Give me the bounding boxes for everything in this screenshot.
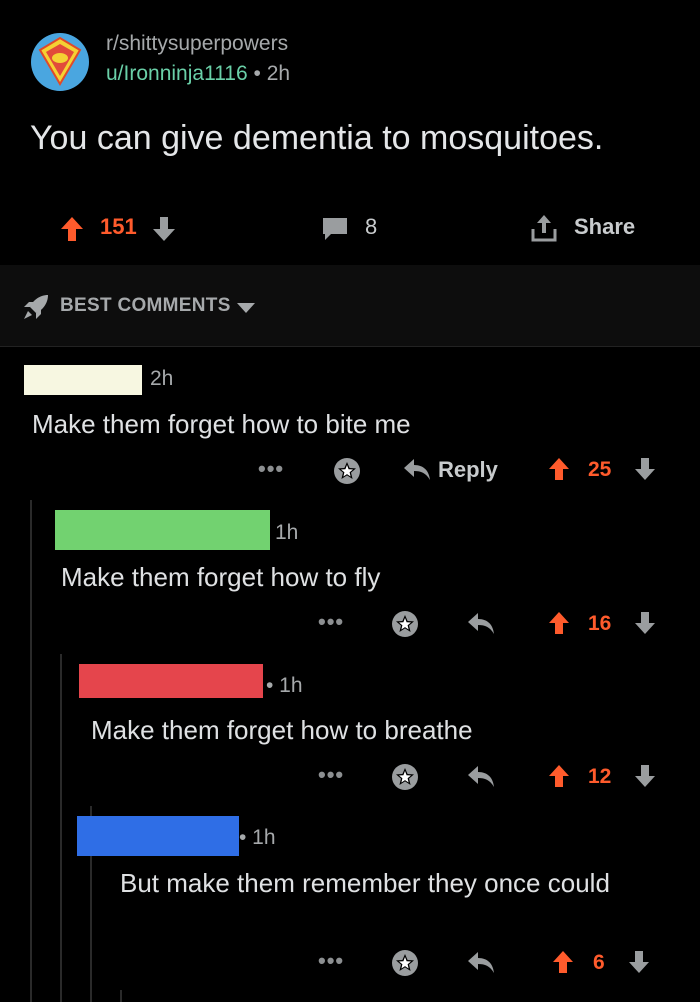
upvote-arrow-icon[interactable]	[60, 216, 84, 242]
reply-button[interactable]: Reply	[438, 457, 498, 483]
comment-body: But make them remember they once could	[120, 868, 610, 898]
downvote-arrow-icon[interactable]	[634, 611, 656, 635]
post-action-bar: 151 8 Share	[0, 200, 700, 256]
downvote-arrow-icon[interactable]	[628, 950, 650, 974]
comment-age: • 1h	[266, 674, 303, 697]
post-title[interactable]: You can give dementia to mosquitoes.	[30, 117, 680, 159]
more-options-button[interactable]: •••	[318, 762, 344, 788]
subreddit-name[interactable]: r/shittysuperpowers	[106, 32, 288, 56]
rocket-icon	[22, 293, 50, 321]
meta-separator: •	[253, 62, 261, 85]
upvote-arrow-icon[interactable]	[548, 764, 570, 788]
award-star-icon[interactable]	[332, 456, 362, 486]
comment-body: Make them forget how to bite me	[32, 409, 411, 439]
redacted-username	[79, 664, 263, 698]
downvote-arrow-icon[interactable]	[634, 457, 656, 481]
reply-arrow-icon[interactable]	[402, 457, 432, 483]
subreddit-avatar-icon[interactable]	[30, 32, 90, 92]
reply-arrow-icon[interactable]	[466, 611, 496, 637]
reply-arrow-icon[interactable]	[466, 950, 496, 976]
upvote-arrow-icon[interactable]	[548, 457, 570, 481]
downvote-arrow-icon[interactable]	[634, 764, 656, 788]
post-score: 151	[100, 214, 137, 239]
comment-body: Make them forget how to fly	[61, 562, 381, 592]
reply-arrow-icon[interactable]	[466, 764, 496, 790]
comment-score: 25	[588, 458, 612, 481]
more-options-button[interactable]: •••	[318, 948, 344, 974]
upvote-arrow-icon[interactable]	[552, 950, 574, 974]
redacted-username	[77, 816, 239, 856]
comment-bubble-icon[interactable]	[321, 216, 349, 242]
comment-body: Make them forget how to breathe	[91, 715, 473, 745]
thread-line[interactable]	[30, 500, 32, 1002]
redacted-username	[24, 365, 142, 395]
redacted-username	[55, 510, 270, 550]
share-icon[interactable]	[530, 213, 558, 243]
comment-score: 6	[593, 951, 605, 974]
thread-line[interactable]	[120, 990, 122, 1002]
award-star-icon[interactable]	[390, 609, 420, 639]
chevron-down-icon[interactable]	[236, 301, 256, 315]
more-options-button[interactable]: •••	[318, 609, 344, 635]
downvote-arrow-icon[interactable]	[152, 216, 176, 242]
award-star-icon[interactable]	[390, 948, 420, 978]
comment-age: 2h	[150, 367, 174, 390]
comment-age: • 1h	[239, 826, 276, 849]
post-age: 2h	[266, 62, 291, 85]
upvote-arrow-icon[interactable]	[548, 611, 570, 635]
share-button[interactable]: Share	[574, 214, 635, 240]
comment-score: 16	[588, 612, 612, 635]
comment-sort-bar[interactable]: BEST COMMENTS	[0, 265, 700, 347]
more-options-button[interactable]: •••	[258, 456, 284, 482]
award-star-icon[interactable]	[390, 762, 420, 792]
post-meta: u/Ironninja1116 • 2h	[106, 62, 290, 86]
thread-line[interactable]	[60, 654, 62, 1002]
sort-label[interactable]: BEST COMMENTS	[60, 295, 231, 317]
comment-score: 12	[588, 765, 612, 788]
comment-age: 1h	[275, 521, 299, 544]
comment-count[interactable]: 8	[365, 214, 377, 240]
post-author[interactable]: u/Ironninja1116	[106, 62, 248, 85]
